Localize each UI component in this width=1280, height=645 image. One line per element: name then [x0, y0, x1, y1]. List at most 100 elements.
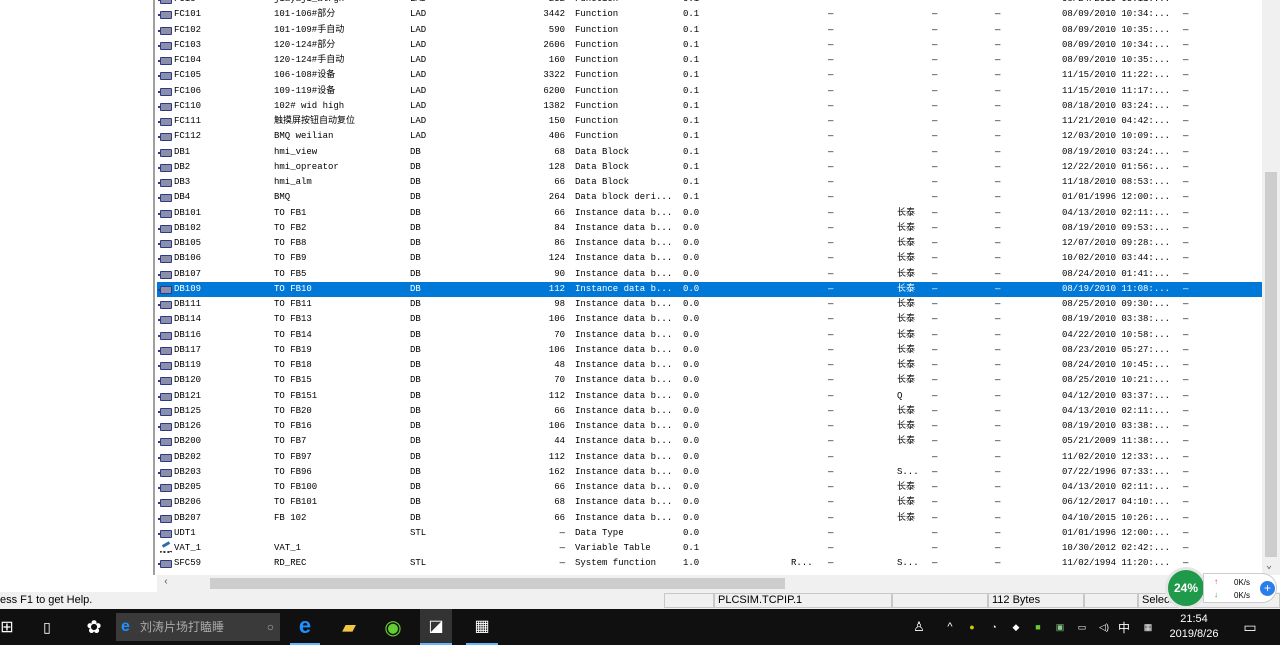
empty-dash-cell: —: [995, 466, 1001, 477]
empty-dash-cell: —: [995, 39, 1001, 50]
edge-browser-icon[interactable]: e: [290, 609, 320, 645]
version-cell: 0.0: [683, 482, 700, 492]
table-row[interactable]: SFC59 RD_REC STL — System function 1.0 R... S..…: [157, 556, 1262, 571]
table-row[interactable]: DB116 TO FB14 DB 70 Instance data b... 0.0 长泰 0…: [157, 328, 1262, 343]
ime-mode-icon[interactable]: ▦: [1140, 609, 1156, 645]
symbolic-name-cell: 102# wid high: [274, 100, 345, 111]
table-row[interactable]: DB205 TO FB100 DB 66 Instance data b... 0.0 长泰…: [157, 480, 1262, 495]
block-icon: [158, 240, 172, 248]
empty-dash-cell: —: [932, 177, 938, 187]
table-row[interactable]: DB107 TO FB5 DB 90 Instance data b... 0.0 长泰 08…: [157, 267, 1262, 282]
table-row[interactable]: DB2 hmi_opreator DB 128 Data Block 0.1 12/22/2…: [157, 160, 1262, 175]
table-row[interactable]: DB117 TO FB19 DB 106 Instance data b... 0.0 长泰…: [157, 343, 1262, 358]
table-row[interactable]: DB200 TO FB7 DB 44 Instance data b... 0.0 长泰 05…: [157, 434, 1262, 449]
block-name-cell: VAT_1: [174, 543, 202, 553]
table-row[interactable]: DB119 TO FB18 DB 48 Instance data b... 0.0 长泰 0…: [157, 358, 1262, 373]
table-row[interactable]: UDT1 STL — Data Type 0.0 01/01/1996 12:00:...…: [157, 526, 1262, 541]
table-row[interactable]: FC102 101-109#手自动 LAD 590 Function 0.1 08/09/2…: [157, 23, 1262, 38]
table-row[interactable]: DB109 TO FB10 DB 112 Instance data b... 0.0 长泰…: [157, 281, 1262, 297]
table-row[interactable]: DB105 TO FB8 DB 86 Instance data b... 0.0 长泰 12…: [157, 236, 1262, 251]
table-row[interactable]: DB203 TO FB96 DB 162 Instance data b... 0.0 S.…: [157, 465, 1262, 480]
plcsim-icon[interactable]: ▦: [466, 609, 498, 645]
table-row[interactable]: FC110 102# wid high LAD 1382 Function 0.1 08/1…: [157, 99, 1262, 114]
version-cell: 0.0: [683, 253, 700, 264]
table-row[interactable]: DB207 FB 102 DB 66 Instance data b... 0.0 长泰 04…: [157, 511, 1262, 526]
table-row[interactable]: DB106 TO FB9 DB 124 Instance data b... 0.0 长泰 1…: [157, 251, 1262, 266]
tray-app-icon[interactable]: ▣: [1052, 609, 1068, 645]
symbolic-name-cell: 120-124#部分: [274, 39, 336, 50]
security-shield-icon[interactable]: ◆: [1008, 609, 1024, 645]
version-cell: 0.1: [683, 116, 700, 126]
tray-app-icon[interactable]: ●: [964, 609, 980, 645]
network-monitor-widget[interactable]: 24% ↑ ↓ 0K/s 0K/s +: [1165, 567, 1280, 609]
file-explorer-icon[interactable]: ▰: [334, 609, 364, 645]
status-size: 112 Bytes: [988, 593, 1084, 608]
nvidia-icon[interactable]: ■: [1030, 609, 1046, 645]
table-row[interactable]: DB202 TO FB97 DB 112 Instance data b... 0.0 11…: [157, 450, 1262, 465]
type-cell: Instance data b...: [575, 390, 673, 401]
table-row[interactable]: DB206 TO FB101 DB 68 Instance data b... 0.0 长泰…: [157, 495, 1262, 510]
ime-indicator[interactable]: 中: [1116, 609, 1132, 645]
volume-icon[interactable]: ◁): [1096, 609, 1112, 645]
project-tree-pane[interactable]: [0, 0, 155, 575]
plus-icon[interactable]: +: [1260, 581, 1275, 596]
empty-dash-cell: —: [995, 283, 1001, 294]
table-row[interactable]: DB4 BMQ DB 264 Data block deri... 0.1 01/01/19…: [157, 190, 1262, 205]
show-hidden-icons[interactable]: ^: [944, 609, 956, 645]
vertical-scrollbar[interactable]: ⌄: [1262, 0, 1280, 575]
table-row[interactable]: FC105 106-108#设备 LAD 3322 Function 0.1 11/15/2…: [157, 68, 1262, 83]
table-row[interactable]: DB3 hmi_alm DB 66 Data Block 0.1 11/18/2010 08…: [157, 175, 1262, 190]
table-row[interactable]: DB102 TO FB2 DB 84 Instance data b... 0.0 长泰 08…: [157, 221, 1262, 236]
task-view-icon[interactable]: ▯: [34, 609, 60, 645]
simatic-manager-icon[interactable]: ◪: [420, 609, 452, 645]
language-cell: STL: [410, 558, 427, 569]
start-windows-icon[interactable]: ⊞: [0, 609, 14, 645]
table-row[interactable]: DB1 hmi_view DB 68 Data Block 0.1 08/19/2010 0…: [157, 145, 1262, 160]
table-row[interactable]: DB111 TO FB11 DB 98 Instance data b... 0.0 长泰 0…: [157, 297, 1262, 312]
blocks-table[interactable]: FC15 jiayaji_alrgh LAD 232 Function 0.1 08/24/…: [157, 0, 1262, 575]
table-row[interactable]: VAT_1 VAT_1 — Variable Table 0.1 10/30/2012 0…: [157, 541, 1262, 556]
symbolic-name-cell: TO FB20: [274, 405, 312, 416]
size-cell: 112: [548, 390, 565, 401]
empty-dash-cell: —: [828, 238, 834, 248]
table-row[interactable]: FC101 101-106#部分 LAD 3442 Function 0.1 08/09/2…: [157, 7, 1262, 22]
table-row[interactable]: DB114 TO FB13 DB 106 Instance data b... 0.0 长泰…: [157, 312, 1262, 327]
block-icon: [158, 179, 172, 187]
empty-dash-cell: —: [932, 436, 938, 447]
tray-app-icon[interactable]: ◔: [986, 609, 1002, 645]
vertical-scroll-thumb[interactable]: [1265, 172, 1277, 557]
type-cell: Instance data b...: [575, 283, 673, 294]
search-box[interactable]: e 刘涛片场打瞌睡 ○: [116, 613, 280, 641]
table-row[interactable]: FC15 jiayaji_alrgh LAD 232 Function 0.1 08/24/…: [157, 0, 1262, 7]
table-row[interactable]: DB125 TO FB20 DB 66 Instance data b... 0.0 长泰 0…: [157, 404, 1262, 419]
block-name-cell: DB1: [174, 146, 191, 157]
last-modified-cell: 05/21/2009 11:38:...: [1062, 436, 1171, 447]
horizontal-scrollbar[interactable]: ‹: [157, 575, 1262, 592]
table-row[interactable]: DB120 TO FB15 DB 70 Instance data b... 0.0 长泰 0…: [157, 373, 1262, 388]
symbolic-name-cell: FB 102: [274, 512, 307, 523]
network-icon[interactable]: ▭: [1074, 609, 1090, 645]
browser-360-icon[interactable]: ◉: [378, 609, 408, 645]
empty-dash-cell: —: [932, 466, 938, 477]
people-icon[interactable]: ♙: [910, 609, 928, 645]
author-cell: S...: [897, 466, 919, 477]
table-row[interactable]: DB121 TO FB151 DB 112 Instance data b... 0.0 Q…: [157, 389, 1262, 404]
author-cell: 长泰: [897, 253, 916, 264]
last-modified-cell: 08/09/2010 10:35:...: [1062, 55, 1171, 65]
table-row[interactable]: DB126 TO FB16 DB 106 Instance data b... 0.0 长泰…: [157, 419, 1262, 434]
scroll-left-arrow-icon[interactable]: ‹: [163, 577, 169, 588]
table-row[interactable]: FC111 触摸屏按钮自动复位 LAD 150 Function 0.1 11/21/201…: [157, 114, 1262, 129]
table-row[interactable]: FC106 109-119#设备 LAD 6200 Function 0.1 11/15/2…: [157, 84, 1262, 99]
app-pinwheel-icon[interactable]: ✿: [80, 609, 108, 645]
table-row[interactable]: DB101 TO FB1 DB 66 Instance data b... 0.0 长泰 04…: [157, 206, 1262, 221]
notifications-icon[interactable]: ▭: [1240, 609, 1260, 645]
block-icon: [158, 102, 172, 111]
horizontal-scroll-thumb[interactable]: [210, 578, 785, 589]
size-cell: 98: [554, 299, 565, 309]
table-row[interactable]: FC112 BMQ weilian LAD 406 Function 0.1 12/03/2…: [157, 129, 1262, 144]
block-icon: [158, 163, 172, 172]
empty-dash-cell: —: [995, 9, 1001, 20]
clock[interactable]: 21:54 2019/8/26: [1164, 609, 1224, 645]
table-row[interactable]: FC104 120-124#手自动 LAD 160 Function 0.1 08/09/2…: [157, 53, 1262, 68]
table-row[interactable]: FC103 120-124#部分 LAD 2606 Function 0.1 08/09/2…: [157, 38, 1262, 53]
